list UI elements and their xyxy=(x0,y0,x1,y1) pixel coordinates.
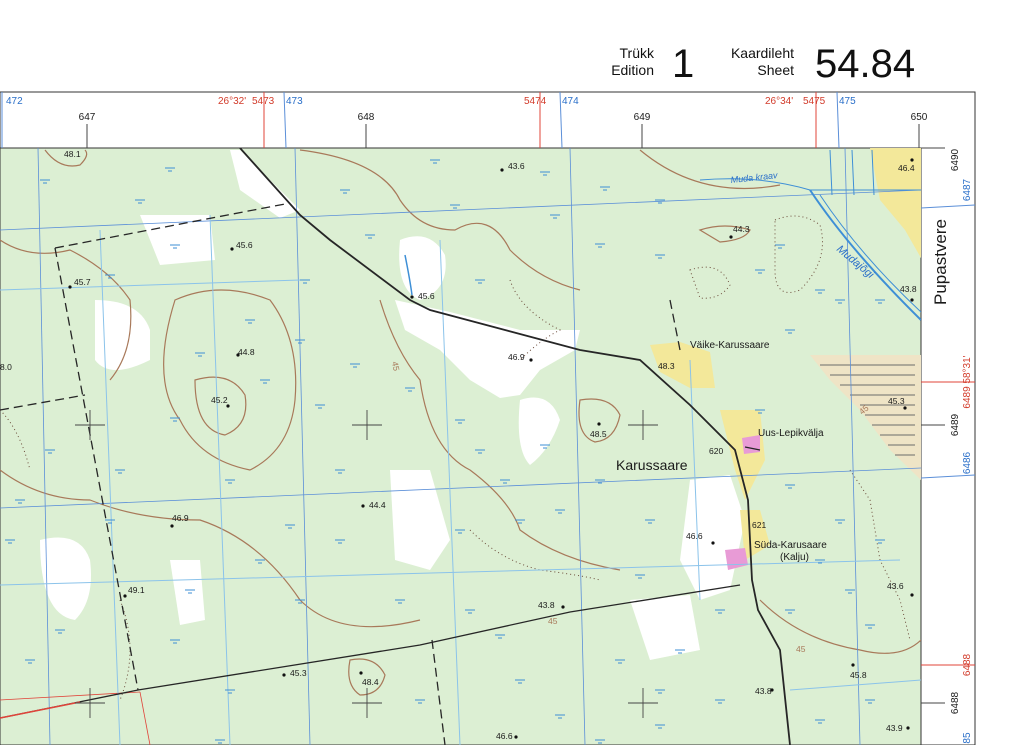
elevation: 45.6 xyxy=(236,240,253,250)
elevation: 43.8 xyxy=(900,284,917,294)
elevation: 48.4 xyxy=(362,677,379,687)
elevation: 46.6 xyxy=(496,731,513,741)
red-label-5473: 5473 xyxy=(252,96,275,107)
elevation: 48.5 xyxy=(590,429,607,439)
red-label-5475: 5475 xyxy=(803,96,826,107)
elevation: 46.6 xyxy=(686,531,703,541)
map-body xyxy=(0,147,922,745)
elevation: 45.3 xyxy=(290,668,307,678)
blue-label-473: 473 xyxy=(286,96,303,107)
road-number-620: 620 xyxy=(709,446,723,456)
red-label-6489-lat: 6489 58°31' xyxy=(962,355,973,408)
elevation: 45.6 xyxy=(418,291,435,301)
place-vaike-karussaare: Väike-Karussaare xyxy=(690,340,770,351)
elevation: 45.2 xyxy=(211,395,228,405)
elevation: 48.1 xyxy=(64,149,81,159)
km-label-648: 648 xyxy=(358,112,375,123)
elevation: 44.4 xyxy=(369,500,386,510)
contour-label: 45 xyxy=(796,644,806,654)
elevation: 45.3 xyxy=(888,396,905,406)
place-karussaare: Karussaare xyxy=(616,457,688,473)
geo-label-2634: 26°34' xyxy=(765,96,793,107)
elevation: 45.8 xyxy=(850,670,867,680)
blue-label-6487: 6487 xyxy=(962,178,973,201)
elevation: 44.3 xyxy=(733,224,750,234)
contour-label: 45 xyxy=(390,361,402,372)
elevation: 48.3 xyxy=(658,361,675,371)
elevation: 43.6 xyxy=(508,161,525,171)
place-kalju: (Kalju) xyxy=(780,552,809,563)
km-label-6489: 6489 xyxy=(950,413,961,436)
blue-label-472: 472 xyxy=(6,96,23,107)
place-suda-karusaare: Süda-Karusaare xyxy=(754,540,827,551)
red-label-5474: 5474 xyxy=(524,96,547,107)
elevation: 45.7 xyxy=(74,277,91,287)
topographic-map[interactable]: 647 648 649 650 472 473 474 475 5473 547… xyxy=(0,0,1024,745)
blue-label-475: 475 xyxy=(839,96,856,107)
place-uus-lepikvalja: Uus-Lepikvälja xyxy=(758,428,824,439)
km-label-6490: 6490 xyxy=(950,148,961,171)
elevation: 43.8 xyxy=(755,686,772,696)
km-label-647: 647 xyxy=(79,112,96,123)
red-label-6488: 6488 xyxy=(962,653,973,676)
blue-label-6486: 6486 xyxy=(962,451,973,474)
km-label-6488: 6488 xyxy=(950,691,961,714)
elevation: 44.8 xyxy=(238,347,255,357)
elevation: 46.9 xyxy=(508,352,525,362)
km-label-649: 649 xyxy=(634,112,651,123)
km-label-650: 650 xyxy=(911,112,928,123)
blue-label-474: 474 xyxy=(562,96,579,107)
elevation: 49.1 xyxy=(128,585,145,595)
blue-label-85: 85 xyxy=(962,732,973,744)
elevation: 43.9 xyxy=(886,723,903,733)
elevation: 46.4 xyxy=(898,163,915,173)
road-number-621: 621 xyxy=(752,520,766,530)
geo-label-2632: 26°32' xyxy=(218,96,246,107)
elevation: 43.6 xyxy=(887,581,904,591)
elevation: 43.8 xyxy=(538,600,555,610)
contour-label: 45 xyxy=(548,616,558,626)
village-pupastvere: Pupastvere xyxy=(931,219,950,305)
elevation: 8.0 xyxy=(0,362,12,372)
elevation: 46.9 xyxy=(172,513,189,523)
